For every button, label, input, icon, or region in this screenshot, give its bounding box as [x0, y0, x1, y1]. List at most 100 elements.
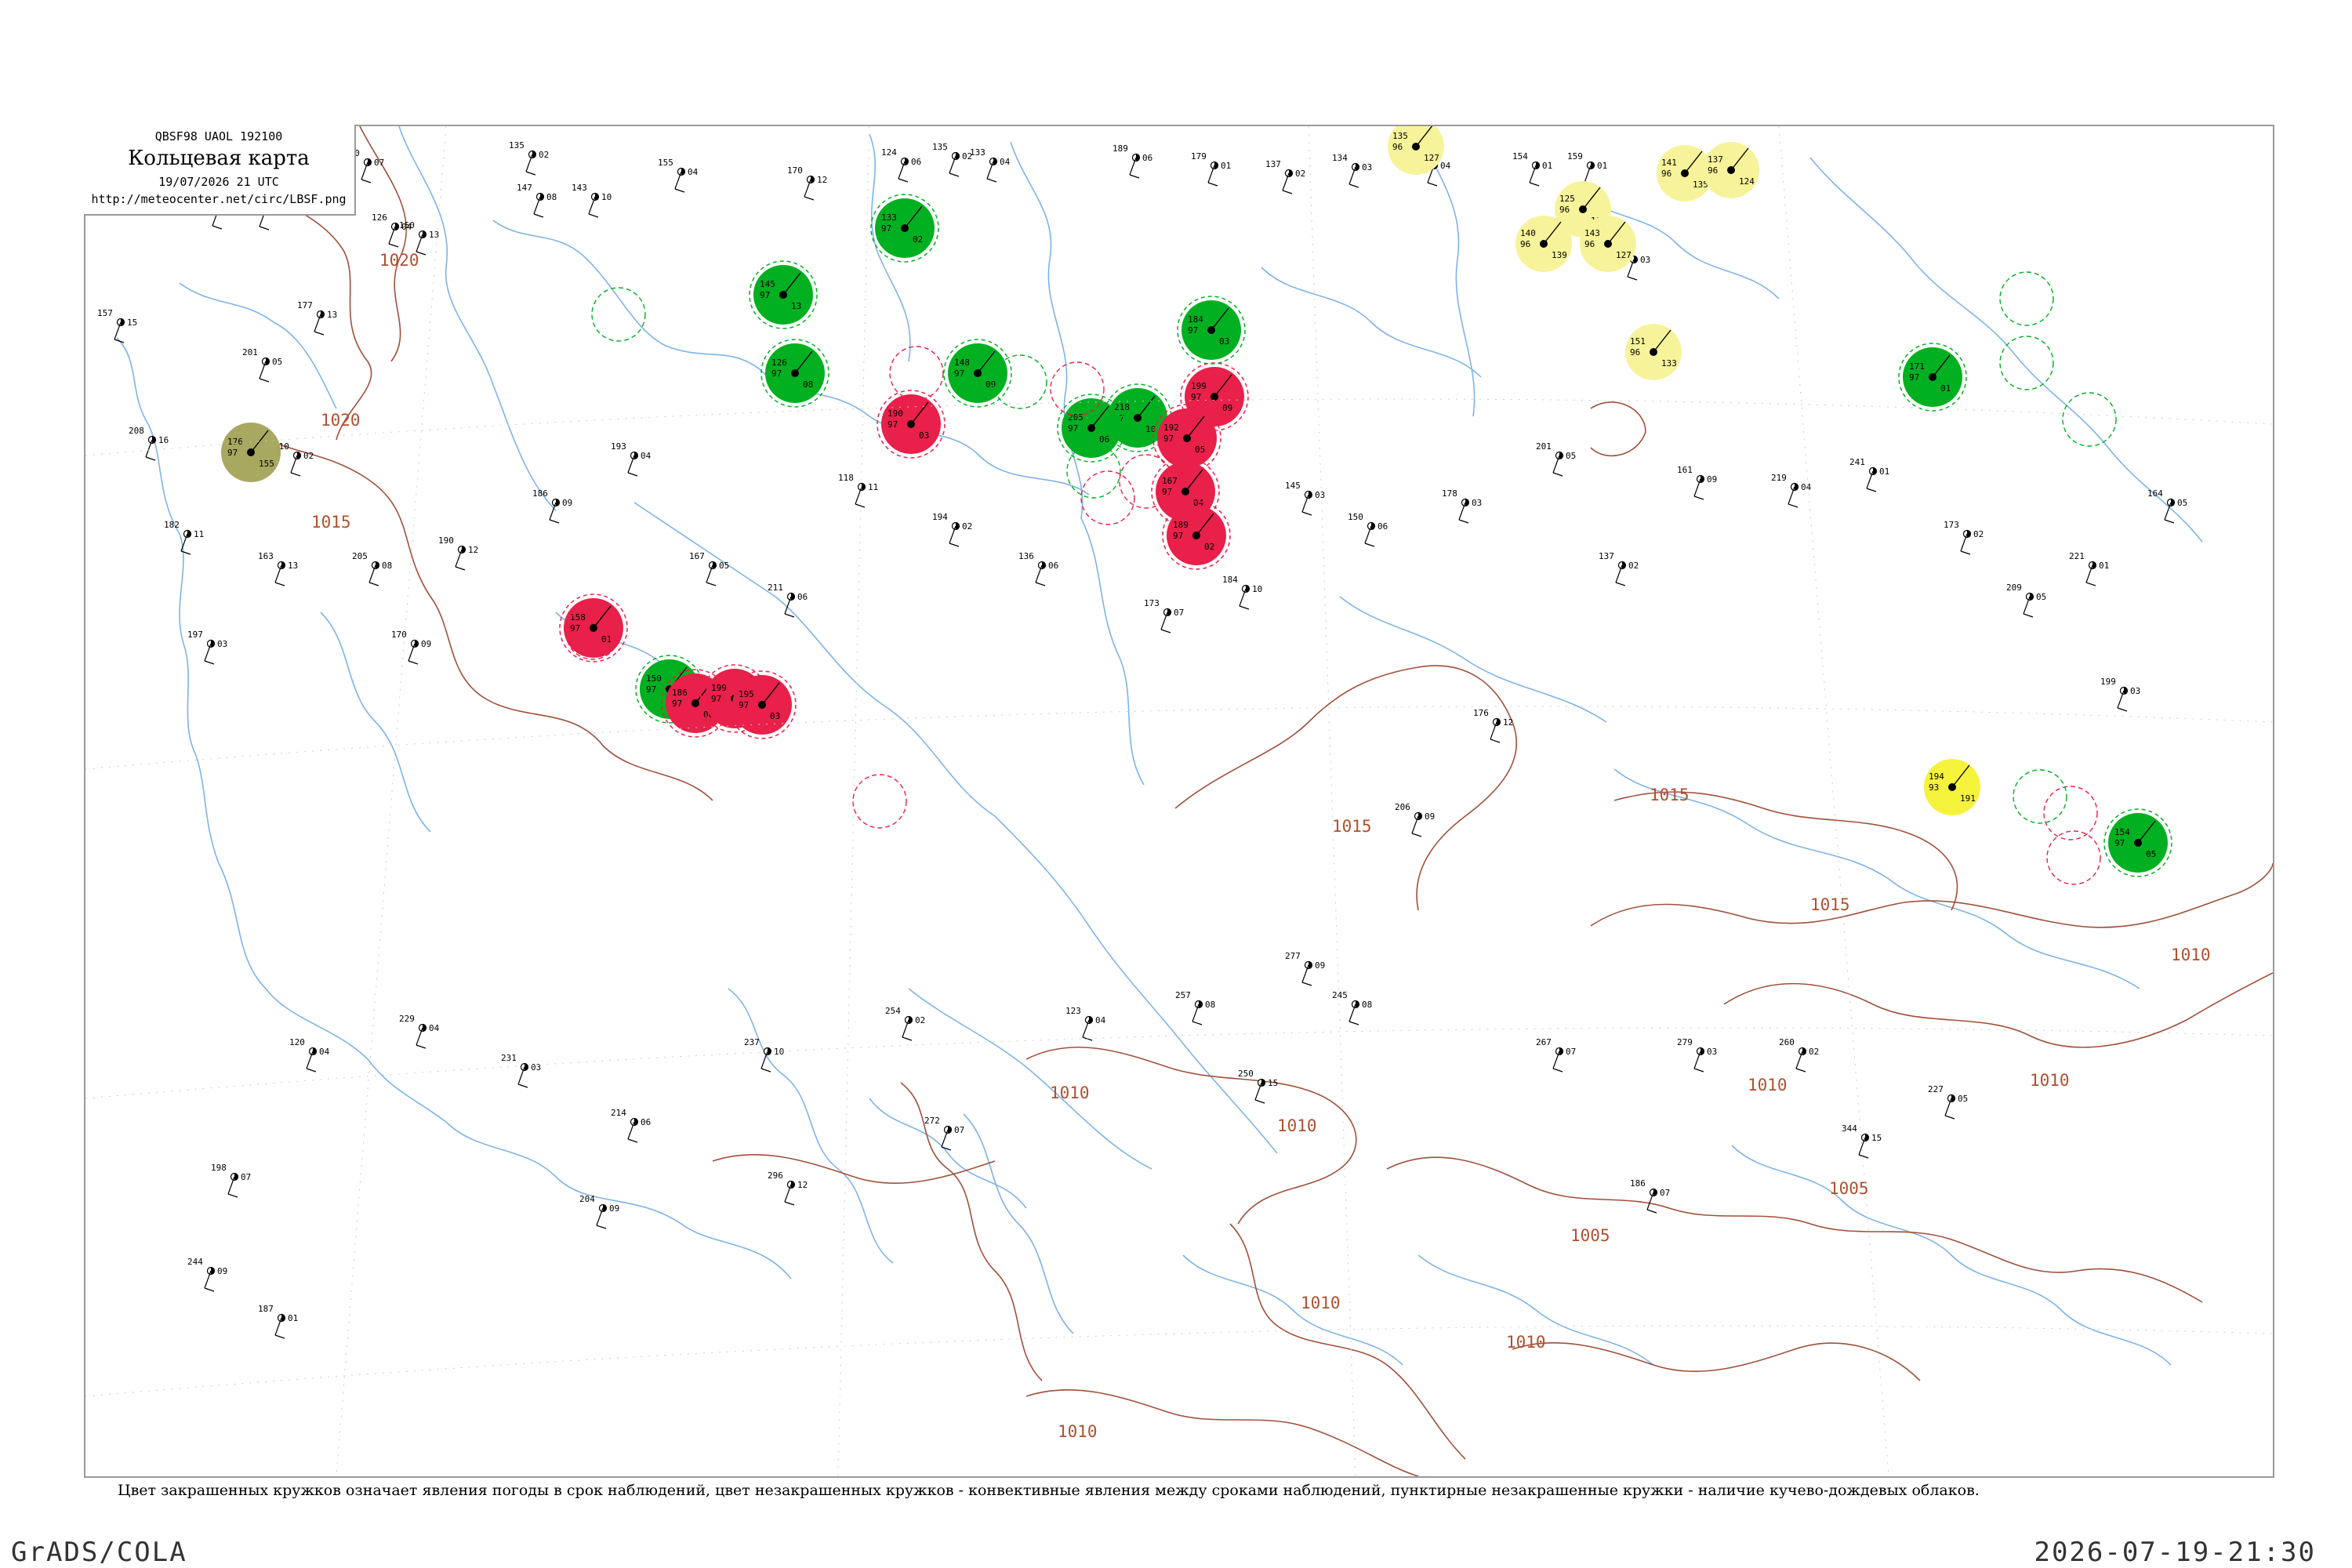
dewpoint-value: 05: [1958, 1094, 1968, 1104]
isobar-label: 1010: [1058, 1422, 1098, 1441]
dewpoint-value: 10: [601, 192, 612, 202]
dewpoint-value: 04: [1095, 1015, 1106, 1025]
temperature-value: 205: [1068, 412, 1083, 423]
pressure-value: 97: [570, 623, 580, 633]
temperature-value: 150: [1348, 512, 1363, 522]
bulletin-code: QBSF98 UAOL 192100: [154, 129, 283, 143]
dewpoint-value: 11: [194, 529, 204, 539]
dewpoint-value: 09: [1315, 960, 1325, 971]
dewpoint-value: 05: [1195, 445, 1205, 455]
dewpoint-value: 15: [1871, 1133, 1882, 1143]
dewpoint-value: 12: [817, 175, 827, 185]
temperature-value: 143: [572, 183, 587, 193]
pressure-value: 93: [1929, 782, 1939, 793]
isobar-label: 1010: [1277, 1116, 1317, 1135]
temperature-value: 120: [289, 1037, 305, 1047]
dewpoint-value: 03: [2130, 686, 2140, 696]
temperature-value: 125: [1559, 194, 1575, 204]
dewpoint-value: 06: [1099, 434, 1109, 445]
dewpoint-value: 07: [1660, 1188, 1670, 1198]
isobar-label: 1015: [1810, 895, 1850, 914]
dewpoint-value: 02: [913, 234, 923, 245]
temperature-value: 208: [129, 426, 144, 436]
temperature-value: 170: [787, 165, 803, 176]
temperature-value: 157: [97, 308, 113, 318]
temperature-value: 147: [517, 183, 532, 193]
pressure-value: 97: [1068, 423, 1078, 434]
dewpoint-value: 03: [1707, 1047, 1717, 1057]
temperature-value: 199: [2100, 677, 2116, 687]
dewpoint-value: 02: [303, 451, 314, 461]
dewpoint-value: 06: [641, 1117, 651, 1127]
pressure-value: 97: [227, 448, 238, 458]
weather-station-marker[interactable]: 14096 139: [1515, 216, 1572, 272]
temperature-value: 199: [711, 683, 727, 693]
dewpoint-value: 08: [1362, 1000, 1372, 1010]
dewpoint-value: 127: [1616, 250, 1632, 260]
temperature-value: 204: [579, 1194, 595, 1204]
dewpoint-value: 155: [259, 459, 274, 469]
pressure-value: 97: [881, 223, 891, 234]
dewpoint-value: 01: [1221, 161, 1231, 171]
pressure-value: 97: [771, 368, 782, 379]
dewpoint-value: 04: [641, 451, 652, 461]
temperature-value: 184: [1188, 314, 1203, 325]
pressure-value: 97: [739, 700, 749, 710]
temperature-value: 245: [1332, 990, 1348, 1000]
temperature-value: 137: [1599, 551, 1614, 561]
temperature-value: 199: [1191, 381, 1207, 391]
temperature-value: 209: [2006, 583, 2022, 593]
dewpoint-value: 05: [2146, 849, 2156, 859]
dewpoint-value: 10: [774, 1047, 784, 1057]
temperature-value: 194: [1929, 771, 1944, 782]
weather-station-marker[interactable]: 19493 191: [1924, 759, 1980, 815]
temperature-value: 178: [1442, 488, 1457, 499]
temperature-value: 173: [1144, 598, 1160, 608]
temperature-value: 158: [570, 612, 586, 622]
dewpoint-value: 04: [688, 167, 699, 177]
isobar-label: 1010: [2030, 1071, 2070, 1090]
temperature-value: 145: [760, 279, 775, 289]
temperature-value: 136: [1018, 551, 1034, 561]
temperature-value: 277: [1285, 951, 1301, 961]
pressure-value: 97: [711, 694, 721, 704]
dewpoint-value: 11: [868, 482, 878, 492]
weather-station-marker[interactable]: 17697 155: [221, 423, 281, 482]
source-url[interactable]: http://meteocenter.net/circ/LBSF.png: [89, 192, 349, 206]
dewpoint-value: 02: [1973, 529, 1984, 539]
temperature-value: 195: [739, 689, 754, 699]
temperature-value: 124: [881, 147, 897, 158]
pressure-value: 97: [646, 684, 656, 695]
dewpoint-value: 12: [1503, 717, 1513, 728]
dewpoint-value: 03: [217, 639, 227, 649]
dewpoint-value: 05: [719, 561, 729, 571]
pressure-value: 96: [1630, 347, 1640, 358]
temperature-value: 176: [227, 437, 243, 447]
isobar-label: 1010: [1748, 1076, 1788, 1094]
dewpoint-value: 127: [1424, 153, 1439, 163]
dewpoint-value: 03: [1472, 498, 1482, 508]
dewpoint-value: 08: [382, 561, 392, 571]
isobar-label: 1005: [1570, 1226, 1610, 1245]
temperature-value: 137: [1708, 154, 1723, 165]
temperature-value: 193: [611, 441, 626, 452]
weather-station-marker[interactable]: 15196 133: [1625, 324, 1682, 380]
temperature-value: 148: [954, 358, 970, 368]
dewpoint-value: 04: [319, 1047, 330, 1057]
temperature-value: 244: [187, 1257, 203, 1267]
weather-station-marker[interactable]: 13796 124: [1703, 142, 1759, 198]
temperature-value: 159: [1567, 151, 1583, 162]
isobar-label: 1015: [1332, 817, 1372, 836]
weather-station-marker[interactable]: 14396 127: [1580, 216, 1636, 272]
dewpoint-value: 04: [1000, 157, 1011, 167]
dewpoint-value: 07: [241, 1172, 251, 1182]
dewpoint-value: 01: [2099, 561, 2109, 571]
pressure-value: 96: [1392, 142, 1403, 152]
temperature-value: 201: [1536, 441, 1552, 452]
pressure-value: 97: [672, 699, 682, 709]
dewpoint-value: 139: [1552, 250, 1567, 260]
temperature-value: 163: [258, 551, 274, 561]
dewpoint-value: 03: [1219, 336, 1229, 347]
dewpoint-value: 02: [1204, 542, 1214, 552]
temperature-value: 123: [1065, 1006, 1081, 1016]
